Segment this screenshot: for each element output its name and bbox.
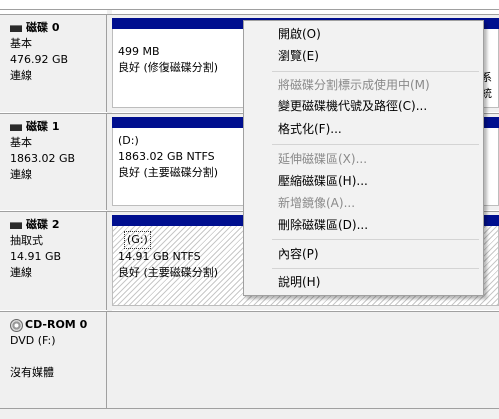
disk-type: DVD (F:) [10,334,56,347]
menu-item-delete-volume[interactable]: 刪除磁碟區(D)... [278,218,368,232]
disk-title-1: 磁碟 1 [10,119,106,135]
disk-status: 連線 [10,168,32,181]
menu-separator [272,71,479,72]
menu-separator [272,239,479,240]
menu-item-help[interactable]: 說明(H) [278,275,320,289]
menu-item-add-mirror: 新增鏡像(A)... [278,196,356,210]
disk-size: 476.92 GB [10,53,69,66]
menu-item-shrink-volume[interactable]: 壓縮磁碟區(H)... [278,174,368,188]
disk-type: 基本 [10,136,32,149]
disk-status: 連線 [10,266,32,279]
bottom-border [0,408,499,419]
context-menu: 開啟(O) 瀏覽(E) 將磁碟分割標示成使用中(M) 變更磁碟機代號及路徑(C)… [243,20,484,296]
disk-info-1[interactable]: 磁碟 1 基本 1863.02 GB 連線 [0,114,107,210]
disk-status: 沒有媒體 [10,366,54,379]
cdrom-icon [10,318,23,332]
menu-item-properties[interactable]: 內容(P) [278,247,319,261]
menu-item-format[interactable]: 格式化(F)... [278,122,342,136]
menu-item-open[interactable]: 開啟(O) [278,27,321,41]
disk-name: CD-ROM 0 [25,318,88,331]
disk-title-cdrom: CD-ROM 0 [10,317,106,333]
disk-info-2[interactable]: 磁碟 2 抽取式 14.91 GB 連線 [0,212,107,310]
menu-item-explore[interactable]: 瀏覽(E) [278,49,319,63]
menu-separator [272,144,479,145]
menu-item-extend-volume: 延伸磁碟區(X)... [278,152,368,166]
hard-disk-icon [10,221,22,229]
disk-title-2: 磁碟 2 [10,217,106,233]
hard-disk-icon [10,123,22,131]
disk-size: 14.91 GB [10,250,62,263]
disk-type: 抽取式 [10,234,43,247]
disk-status: 連線 [10,69,32,82]
disk-title-0: 磁碟 0 [10,20,106,36]
hard-disk-icon [10,24,22,32]
disk-info-cdrom[interactable]: CD-ROM 0 DVD (F:) 沒有媒體 [0,312,107,409]
disk-info-0[interactable]: 磁碟 0 基本 476.92 GB 連線 [0,15,107,112]
menu-separator [272,268,479,269]
partition-label: (G:) [124,231,151,249]
disk-size: 1863.02 GB [10,152,76,165]
menu-item-change-drive-letter[interactable]: 變更磁碟機代號及路徑(C)... [278,99,427,113]
disk-name: 磁碟 2 [26,218,60,231]
disk-name: 磁碟 0 [26,21,60,34]
top-border [0,9,499,10]
menu-item-mark-active: 將磁碟分割標示成使用中(M) [278,78,430,92]
disk-name: 磁碟 1 [26,120,60,133]
disk-type: 基本 [10,37,32,50]
disk-row-cdrom[interactable]: CD-ROM 0 DVD (F:) 沒有媒體 [0,311,499,409]
